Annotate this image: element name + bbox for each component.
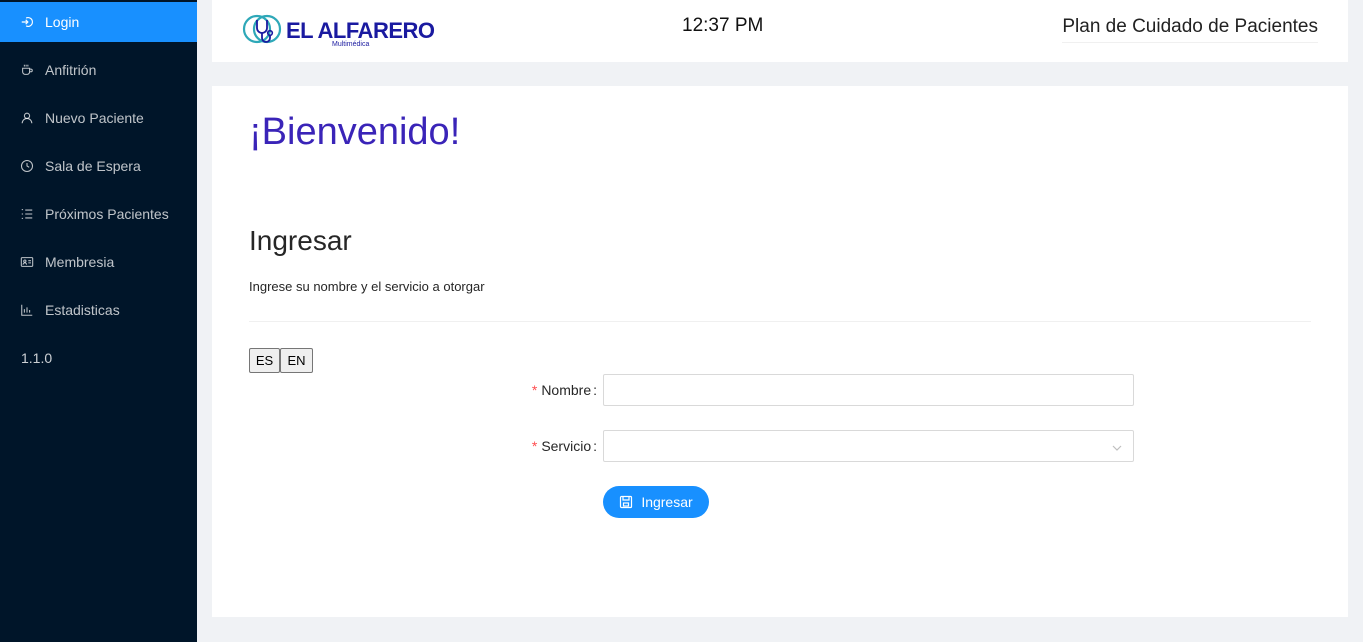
clock: 12:37 PM <box>682 15 764 36</box>
sidebar-item-estadisticas[interactable]: Estadisticas <box>0 290 197 330</box>
sidebar-item-label: Nuevo Paciente <box>45 110 144 126</box>
sidebar-item-anfitrion[interactable]: Anfitrión <box>0 50 197 90</box>
nombre-label: * Nombre: <box>531 382 597 398</box>
servicio-label: * Servicio: <box>531 438 597 454</box>
ordered-list-icon <box>20 207 34 221</box>
logo-name: EL ALFARERO <box>286 18 435 43</box>
sidebar-item-proximos-pacientes[interactable]: Próximos Pacientes <box>0 194 197 234</box>
app-title: Plan de Cuidado de Pacientes <box>1062 16 1318 43</box>
sidebar-item-label: Próximos Pacientes <box>45 206 169 222</box>
welcome-heading: ¡Bienvenido! <box>249 111 461 153</box>
chevron-down-icon <box>1111 441 1123 453</box>
sidebar-item-label: Sala de Espera <box>45 158 141 174</box>
sidebar-item-nuevo-paciente[interactable]: Nuevo Paciente <box>0 98 197 138</box>
ingresar-button[interactable]: Ingresar <box>603 486 709 518</box>
sidebar-item-label: Anfitrión <box>45 62 97 78</box>
required-mark: * <box>531 382 538 398</box>
lang-en-button[interactable]: EN <box>280 348 313 373</box>
lang-es-button[interactable]: ES <box>249 348 280 373</box>
bar-chart-icon <box>20 303 34 317</box>
sidebar-item-membresia[interactable]: Membresia <box>0 242 197 282</box>
header: EL ALFARERO Multimédica 12:37 PM Plan de… <box>212 0 1348 62</box>
divider <box>249 321 1311 322</box>
sidebar-item-label: Estadisticas <box>45 302 120 318</box>
page-subtitle: Ingrese su nombre y el servicio a otorga… <box>249 279 485 294</box>
ingresar-button-label: Ingresar <box>641 494 693 510</box>
coffee-icon <box>20 63 34 77</box>
clock-icon <box>20 159 34 173</box>
logo-subtitle: Multimédica <box>332 41 370 48</box>
sidebar-item-sala-de-espera[interactable]: Sala de Espera <box>0 146 197 186</box>
save-icon <box>619 495 633 509</box>
required-mark: * <box>531 438 538 454</box>
login-icon <box>20 15 34 29</box>
sidebar-item-label: Membresia <box>45 254 115 270</box>
id-card-icon <box>20 255 34 269</box>
sidebar-item-label: Login <box>45 14 80 30</box>
sidebar: Login Anfitrión Nuevo Paciente Sala de E… <box>0 0 197 642</box>
user-icon <box>20 111 34 125</box>
version-label: 1.1.0 <box>21 350 53 366</box>
main-card: ¡Bienvenido! Ingresar Ingrese su nombre … <box>212 86 1348 617</box>
logo: EL ALFARERO Multimédica <box>241 9 435 53</box>
stethoscope-logo-icon <box>241 8 283 55</box>
page-title: Ingresar <box>249 225 352 256</box>
servicio-select[interactable] <box>603 430 1134 462</box>
sidebar-item-login[interactable]: Login <box>0 2 197 42</box>
nombre-input[interactable] <box>603 374 1134 406</box>
